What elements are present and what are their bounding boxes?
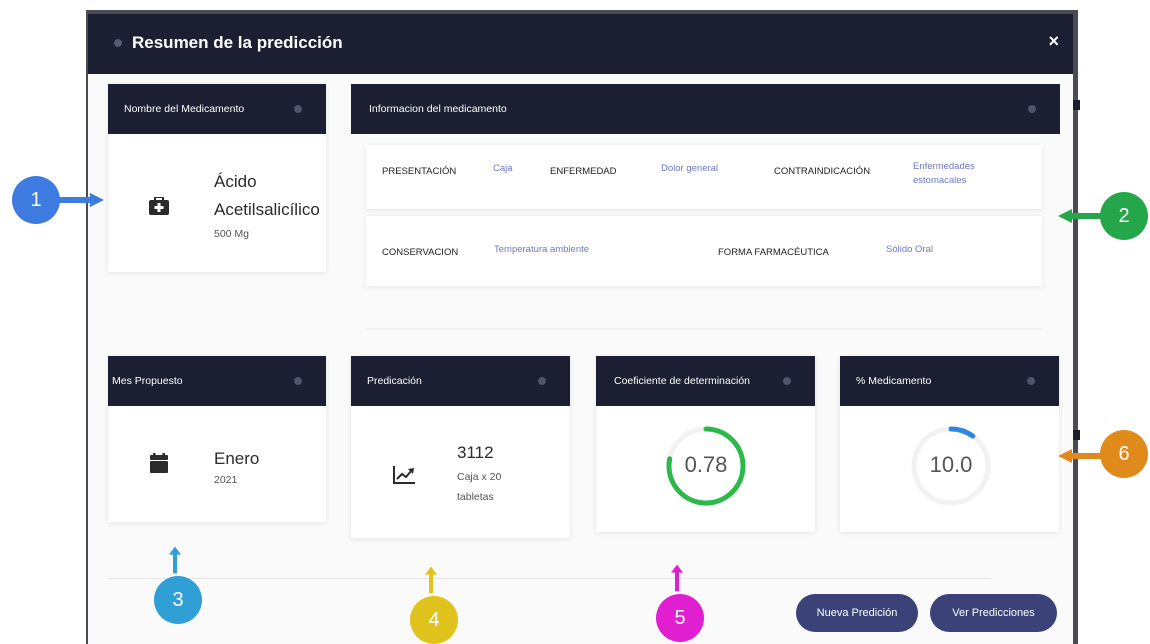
percent-medicine-card: % Medicamento 10.0 <box>840 356 1059 532</box>
medicine-name-line1: Ácido <box>214 172 257 191</box>
enfermedad-label: ENFERMEDAD <box>550 166 617 177</box>
forma-value: Sólido Oral <box>886 244 933 255</box>
info-icon <box>1028 105 1036 113</box>
annotation-arrow-right <box>56 193 104 207</box>
conservacion-value: Temperatura ambiente <box>494 244 590 255</box>
card-header: % Medicamento <box>840 356 1059 406</box>
info-icon <box>294 105 302 113</box>
month-value: Enero <box>214 449 260 468</box>
percent-value: 10.0 <box>929 452 973 477</box>
section-divider <box>366 328 1042 329</box>
card-title: % Medicamento <box>856 375 932 387</box>
contraindicacion-value-2: estomacales <box>913 175 967 186</box>
annotation-arrow-left <box>1058 449 1104 463</box>
medicine-name-line2: Acetilsalicílico <box>214 200 320 219</box>
card-header: Coeficiente de determinación <box>596 356 815 406</box>
footer-divider <box>108 578 991 579</box>
prediction-value: 3112 <box>457 443 494 462</box>
annotation-arrow-up <box>425 566 437 594</box>
annotation-arrow-left <box>1058 209 1104 223</box>
forma-label: FORMA FARMACÉUTICA <box>718 247 829 258</box>
card-title: Mes Propuesto <box>112 375 183 387</box>
card-header: Nombre del Medicamento <box>108 84 326 134</box>
contraindicacion-value-1: Enfermedades <box>913 161 975 172</box>
coefficient-value: 0.78 <box>684 452 728 477</box>
info-icon <box>114 39 122 47</box>
presentacion-label: PRESENTACIÓN <box>382 166 457 177</box>
year-value: 2021 <box>214 474 238 486</box>
calendar-icon <box>150 453 168 473</box>
modal-title: Resumen de la predicción <box>132 33 343 52</box>
card-title: Informacion del medicamento <box>369 103 507 115</box>
medicine-name-card: Nombre del Medicamento Ácido Acetilsalic… <box>108 84 326 272</box>
medicine-dose: 500 Mg <box>214 228 250 240</box>
prediction-card: Predicación 3112 Caja x 20 tabletas <box>351 356 570 538</box>
annotation-arrow-up <box>169 546 181 574</box>
annotation-badge-6: 6 <box>1100 430 1148 478</box>
first-aid-kit-icon <box>149 197 169 215</box>
annotation-badge-3: 3 <box>154 576 202 624</box>
contraindicacion-label: CONTRAINDICACIÓN <box>774 166 871 177</box>
conservacion-label: CONSERVACION <box>382 247 459 258</box>
annotation-badge-5: 5 <box>656 594 704 642</box>
info-icon <box>783 377 791 385</box>
annotation-badge-4: 4 <box>410 596 458 644</box>
close-button[interactable]: × <box>1048 31 1059 52</box>
info-icon <box>294 377 302 385</box>
modal-header: Resumen de la predicción × <box>88 14 1073 74</box>
proposed-month-card: Mes Propuesto Enero 2021 <box>108 356 326 522</box>
view-predictions-button[interactable]: Ver Predicciones <box>930 594 1057 632</box>
presentacion-value: Caja <box>493 163 513 174</box>
annotation-badge-1: 1 <box>12 176 60 224</box>
info-card-header: Informacion del medicamento <box>351 84 1060 134</box>
card-title: Coeficiente de determinación <box>614 375 750 387</box>
coefficient-card: Coeficiente de determinación 0.78 <box>596 356 815 532</box>
info-row-2: CONSERVACION Temperatura ambiente FORMA … <box>366 216 1042 286</box>
card-title: Predicación <box>367 375 422 387</box>
prediction-unit-line2: tabletas <box>457 491 494 503</box>
annotation-arrow-up <box>671 564 683 592</box>
info-icon <box>1027 377 1035 385</box>
info-row-1: PRESENTACIÓN Caja ENFERMEDAD Dolor gener… <box>366 145 1042 209</box>
annotation-badge-2: 2 <box>1100 192 1148 240</box>
prediction-unit-line1: Caja x 20 <box>457 471 502 483</box>
trending-up-chart-icon <box>393 466 415 484</box>
new-prediction-button[interactable]: Nueva Predición <box>796 594 918 632</box>
card-header: Predicación <box>351 356 570 406</box>
card-title: Nombre del Medicamento <box>124 103 245 115</box>
info-icon <box>538 377 546 385</box>
card-header: Mes Propuesto <box>108 356 326 406</box>
enfermedad-value: Dolor general <box>661 163 719 174</box>
